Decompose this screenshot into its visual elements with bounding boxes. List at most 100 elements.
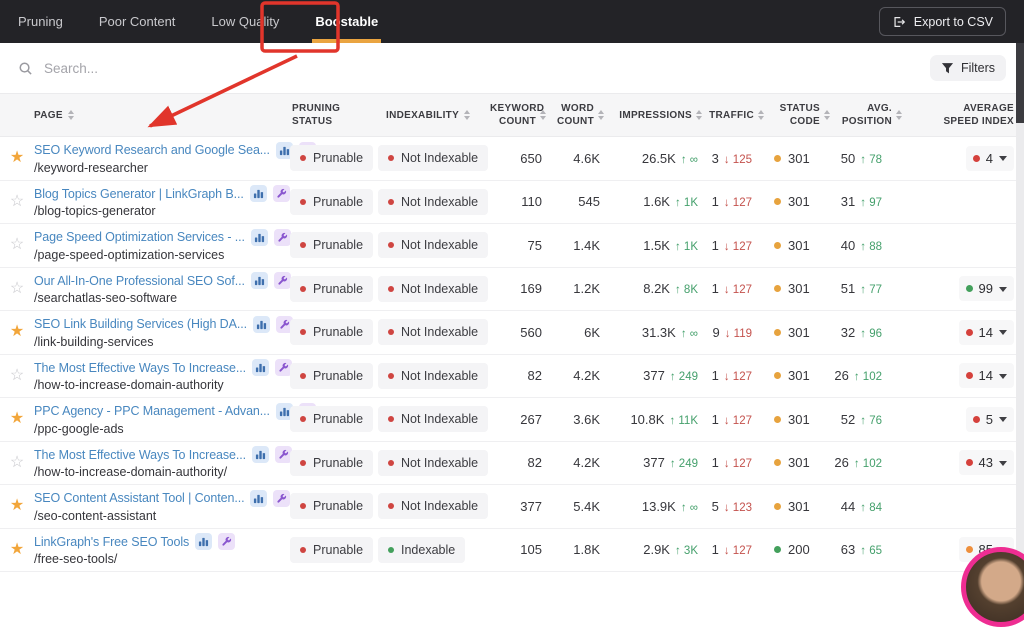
page-link[interactable]: PPC Agency - PPC Management - Advan... [34,404,270,418]
analytics-icon[interactable] [195,533,213,551]
avg-position-value: 52 [840,411,856,427]
column-header-impressions[interactable]: IMPRESSIONS [606,109,706,122]
page-link[interactable]: Blog Topics Generator | LinkGraph B... [34,187,244,201]
sort-icon[interactable] [67,110,74,120]
vertical-scrollbar-thumb[interactable] [1016,43,1024,123]
tab-pruning[interactable]: Pruning [18,0,63,43]
sort-icon[interactable] [540,110,546,120]
impressions-trend: ↑ ∞ [680,501,698,514]
sort-icon[interactable] [758,110,764,120]
sort-icon[interactable] [896,110,902,120]
sort-icon[interactable] [464,110,471,120]
keyword-count: 82 [527,455,542,471]
traffic-value: 1 [711,368,719,384]
star-icon[interactable]: ★ [10,150,24,166]
analytics-icon[interactable] [252,359,270,377]
status-code-dot [774,198,781,206]
page-link[interactable]: SEO Content Assistant Tool | Conten... [34,491,245,505]
word-count: 3.6K [573,411,600,427]
star-icon[interactable]: ☆ [10,367,24,384]
analytics-icon[interactable] [250,272,268,290]
column-header-keyword-count[interactable]: KEYWORD COUNT [490,102,550,128]
status-code: 200 [788,542,810,558]
column-header-page[interactable]: PAGE [34,109,284,122]
filters-button[interactable]: Filters [929,55,1006,81]
star-icon[interactable]: ★ [10,541,24,558]
speed-index-dropdown[interactable]: 43 [958,450,1014,476]
keyword-count: 650 [520,150,542,166]
page-path: /keyword-researcher [34,160,148,175]
star-icon[interactable]: ☆ [10,454,24,471]
star-icon[interactable]: ★ [10,498,24,514]
table-row: ★ SEO Keyword Research and Google Sea...… [0,137,1024,181]
search-input[interactable] [42,59,272,77]
export-to-csv-button[interactable]: Export to CSV [878,7,1006,36]
analytics-icon[interactable] [252,446,270,464]
pruning-status-badge: Prunable [290,449,374,476]
sort-icon[interactable] [824,110,830,120]
analytics-icon[interactable] [250,228,268,246]
page-link[interactable]: Our All-In-One Professional SEO Sof... [34,274,245,288]
sort-icon[interactable] [696,110,702,120]
status-code-dot [774,285,781,293]
speed-index-dropdown[interactable]: 99 [958,276,1014,302]
caret-down-icon [999,286,1007,292]
pruning-status-badge: Prunable [290,188,374,215]
status-code-dot [774,328,781,336]
traffic-value: 1 [711,542,719,558]
status-code: 301 [788,411,810,427]
impressions-value: 8.2K [643,281,670,297]
traffic-trend: ↓ 127 [723,284,752,297]
speed-index-dropdown[interactable]: 5 [965,406,1014,432]
indexability-badge: Not Indexable [378,275,489,302]
table-toolbar: Filters [0,43,1024,93]
page-path: /page-speed-optimization-services [34,247,225,262]
traffic-value: 9 [712,324,720,340]
avg-position-value: 51 [840,281,856,297]
tab-boostable[interactable]: Boostable [312,0,382,43]
column-header-indexability[interactable]: INDEXABILITY [378,109,494,122]
page-link[interactable]: SEO Link Building Services (High DA... [34,317,247,331]
column-header-avg-position[interactable]: AVG. POSITION [832,102,916,128]
page-link[interactable]: SEO Keyword Research and Google Sea... [34,143,270,157]
page-link[interactable]: LinkGraph's Free SEO Tools [34,535,189,549]
traffic-trend: ↓ 127 [723,371,752,384]
star-icon[interactable]: ☆ [10,193,24,210]
sort-icon[interactable] [598,110,604,120]
analytics-icon[interactable] [249,185,267,203]
page-link[interactable]: Page Speed Optimization Services - ... [34,230,245,244]
tab-low-quality[interactable]: Low Quality [211,0,279,43]
impressions-trend: ↑ 11K [669,414,698,427]
status-code-dot [774,502,781,510]
speed-index-dropdown[interactable]: 4 [965,145,1014,171]
word-count: 1.8K [573,542,600,558]
speed-index-dropdown[interactable]: 14 [958,363,1014,389]
tab-poor-content[interactable]: Poor Content [99,0,176,43]
analytics-icon[interactable] [250,489,268,507]
indexability-badge: Not Indexable [378,232,489,259]
star-icon[interactable]: ☆ [10,237,24,253]
page-link[interactable]: The Most Effective Ways To Increase... [34,361,246,375]
impressions-trend: ↑ ∞ [680,153,698,166]
indexability-badge: Not Indexable [378,493,489,520]
analytics-icon[interactable] [252,315,270,333]
page-link[interactable]: The Most Effective Ways To Increase... [34,448,246,462]
caret-down-icon [999,417,1007,423]
pruning-status-badge: Prunable [290,406,374,433]
wrench-icon[interactable] [218,533,236,551]
avg-position-trend: ↑ 97 [860,197,882,210]
impressions-value: 31.3K [641,324,676,340]
word-count: 4.6K [573,150,600,166]
table-row: ★ LinkGraph's Free SEO Tools /free-seo-t… [0,528,1024,572]
star-icon[interactable]: ☆ [10,280,24,297]
column-header-status-code[interactable]: STATUS CODE [766,102,832,128]
column-header-word-count[interactable]: WORD COUNT [550,102,606,128]
column-header-traffic[interactable]: TRAFFIC [706,109,766,122]
avg-position-value: 32 [840,324,856,340]
vertical-scrollbar-track[interactable] [1016,43,1024,581]
speed-index-dropdown[interactable]: 14 [958,319,1014,345]
star-icon[interactable]: ★ [10,324,24,340]
table-row: ★ PPC Agency - PPC Management - Advan...… [0,398,1024,442]
table-row: ☆ The Most Effective Ways To Increase...… [0,441,1024,485]
star-icon[interactable]: ★ [10,411,24,427]
